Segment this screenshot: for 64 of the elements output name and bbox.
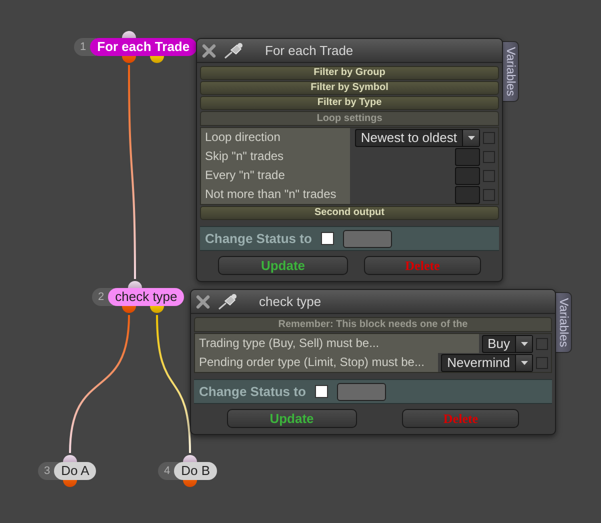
close-button[interactable] — [201, 42, 217, 58]
close-icon — [196, 294, 210, 308]
number-field[interactable] — [455, 186, 480, 204]
output-port[interactable] — [150, 56, 164, 63]
checkbox[interactable] — [536, 338, 548, 350]
section-header[interactable]: Filter by Symbol — [200, 81, 499, 95]
node-block[interactable]: Do B — [174, 462, 218, 480]
output-port[interactable] — [63, 480, 77, 487]
node-block[interactable]: For each Trade — [90, 38, 197, 56]
checkbox[interactable] — [483, 150, 495, 162]
caret-icon — [520, 360, 528, 364]
output-port[interactable] — [150, 306, 164, 313]
pin-icon — [217, 292, 239, 310]
section-header[interactable]: Filter by Type — [200, 96, 499, 110]
section-header[interactable]: Filter by Group — [200, 66, 499, 80]
number-field[interactable] — [455, 166, 480, 184]
input-port[interactable] — [122, 31, 136, 38]
input-port[interactable] — [128, 281, 142, 288]
variables-tab[interactable]: Variables — [502, 41, 519, 102]
checkbox[interactable] — [483, 132, 495, 144]
variables-tab[interactable]: Variables — [555, 292, 572, 353]
checkbox[interactable] — [314, 385, 328, 398]
dropdown[interactable]: Newest to oldest — [354, 128, 480, 146]
caret-icon — [468, 136, 474, 140]
color-field[interactable] — [336, 382, 386, 400]
checkbox[interactable] — [536, 356, 548, 368]
field-label: Trading type (Buy, Sell) must be... — [195, 334, 479, 353]
section-header[interactable]: Second output — [200, 206, 499, 220]
node-block[interactable]: check type — [108, 288, 184, 306]
field-label: Not more than "n" trades — [201, 185, 350, 204]
dropdown[interactable]: Buy — [482, 334, 533, 352]
dropdown-value: Buy — [486, 336, 511, 352]
output-port[interactable] — [183, 480, 197, 487]
field-label: Loop direction — [201, 128, 350, 147]
dropdown-value: Nevermind — [446, 354, 511, 370]
status-label: Change Status to — [205, 230, 312, 248]
checkbox[interactable] — [483, 188, 495, 200]
color-field[interactable] — [342, 230, 392, 248]
pin-icon — [223, 42, 245, 60]
caret-icon — [520, 342, 528, 346]
close-button[interactable] — [195, 294, 211, 310]
output-port[interactable] — [122, 56, 136, 63]
input-port[interactable] — [63, 455, 77, 462]
panel-title: check type — [259, 292, 322, 311]
dropdown-value: Newest to oldest — [360, 130, 458, 146]
section-subheader: Loop settings — [200, 111, 499, 126]
status-label: Change Status to — [199, 382, 306, 401]
field-label: Every "n" trade — [201, 166, 350, 185]
number-field[interactable] — [455, 148, 480, 166]
dropdown[interactable]: Nevermind — [441, 354, 533, 372]
node-block[interactable]: Do A — [54, 462, 96, 480]
close-icon — [202, 44, 216, 58]
panel-title: For each Trade — [265, 42, 354, 60]
output-port[interactable] — [122, 306, 136, 313]
update-button[interactable]: Update — [218, 256, 348, 275]
checkbox[interactable] — [483, 170, 495, 182]
input-port[interactable] — [183, 455, 197, 462]
pin-button[interactable] — [223, 42, 245, 60]
field-label: Skip "n" trades — [201, 147, 350, 166]
section-subheader: Remember: This block needs one of the — [194, 317, 552, 332]
update-button[interactable]: Update — [226, 409, 357, 428]
checkbox[interactable] — [320, 232, 334, 245]
pin-button[interactable] — [217, 292, 239, 310]
field-label: Pending order type (Limit, Stop) must be... — [195, 353, 438, 372]
